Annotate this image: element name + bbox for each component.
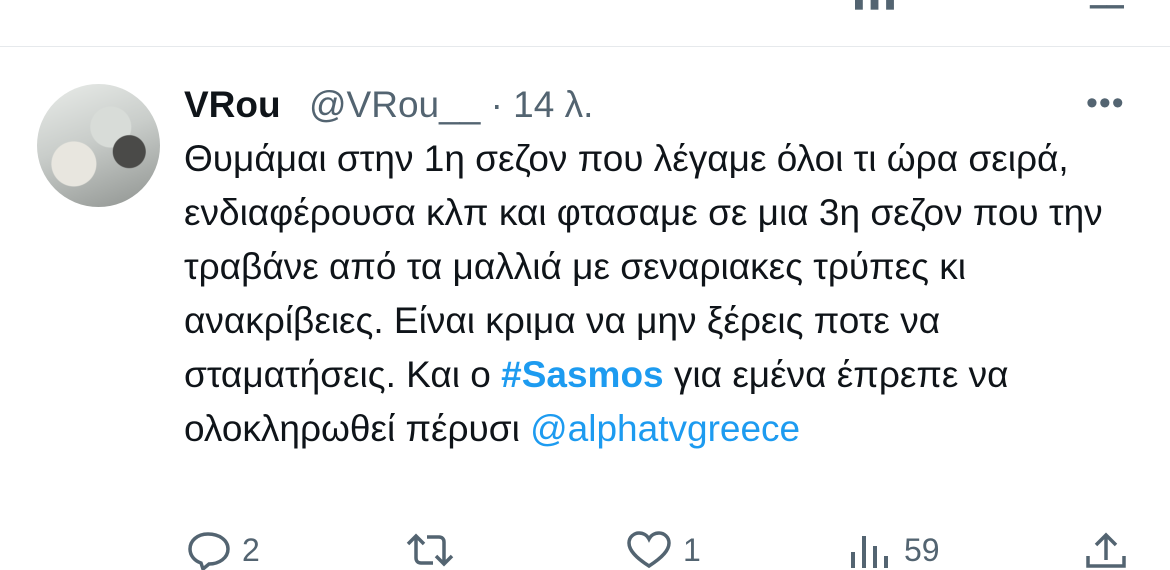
share-icon[interactable]: ▁▁ (1090, 0, 1124, 7)
bar-chart-icon (848, 530, 894, 570)
retweet-icon (400, 530, 460, 570)
comment-icon (186, 530, 232, 570)
like-button[interactable]: 1 (625, 530, 701, 570)
heart-icon[interactable]: ⌒ (640, 0, 662, 7)
reply-button[interactable]: 2 (186, 530, 260, 570)
reply-count: 2 (242, 532, 260, 568)
previous-tweet-action-bar: ⌒ ⌒ ▌▌▌ ▁▁ (0, 0, 1170, 7)
hashtag-link[interactable]: #Sasmos (501, 354, 664, 395)
divider (0, 46, 1170, 47)
mention-link[interactable]: @alphatvgreece (530, 408, 800, 449)
avatar[interactable] (37, 84, 160, 207)
display-name[interactable]: VRou (184, 83, 281, 127)
handle[interactable]: @VRou__ (309, 84, 480, 125)
bar-chart-icon[interactable]: ▌▌▌ (855, 0, 902, 7)
share-button[interactable] (1083, 530, 1129, 570)
tweet-text: Θυμάμαι στην 1η σεζον που λέγαμε όλοι τι… (184, 132, 1144, 456)
tweet-meta: @VRou__ · 14 λ. (309, 83, 593, 127)
more-options-icon[interactable]: ••• (1086, 86, 1125, 120)
tweet-action-bar: 2 1 59 (0, 530, 1170, 570)
views-count: 59 (904, 532, 940, 568)
separator: · (490, 84, 503, 125)
heart-icon (625, 530, 673, 570)
timestamp[interactable]: 14 λ. (513, 84, 593, 125)
retweet-icon[interactable]: ⌒ (200, 0, 222, 7)
share-icon (1083, 530, 1129, 570)
views-button[interactable]: 59 (848, 530, 940, 570)
like-count: 1 (683, 532, 701, 568)
retweet-button[interactable] (400, 530, 470, 570)
